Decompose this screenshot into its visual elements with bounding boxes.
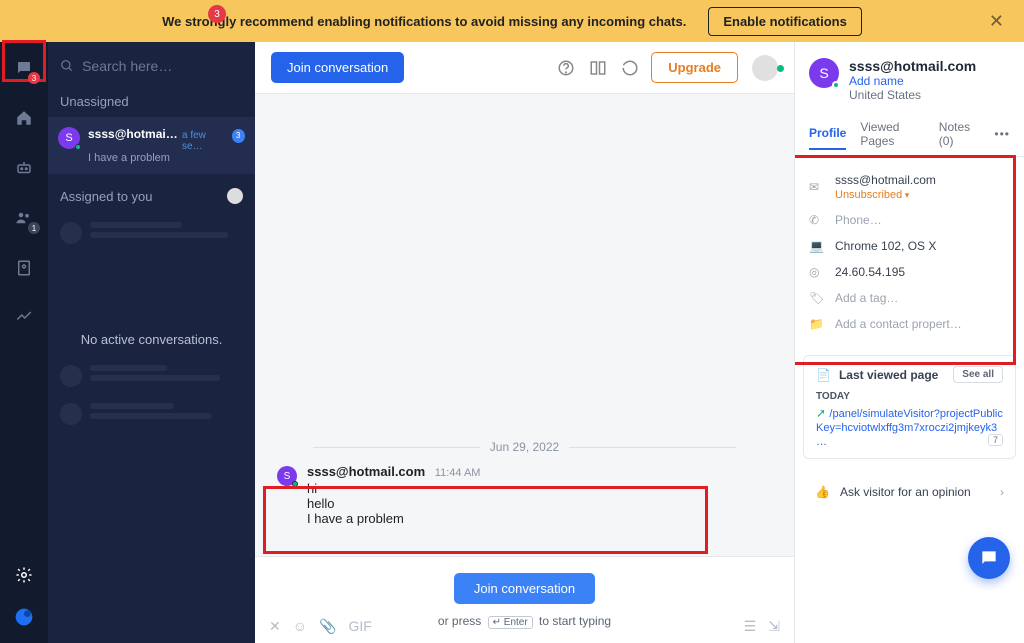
notif-message: We strongly recommend enabling notificat… (162, 14, 686, 29)
contact-panel: S ssss@hotmail.com Add name United State… (794, 42, 1024, 643)
today-label: TODAY (816, 391, 1003, 402)
join-button-bottom[interactable]: Join conversation (454, 573, 595, 604)
chat-topbar: Join conversation Upgrade (255, 42, 794, 94)
contact-tabs: Profile Viewed Pages Notes (0) ••• (795, 112, 1024, 157)
conversation-time: a few se… (182, 130, 228, 152)
notif-app-icon: 3 (200, 9, 224, 33)
section-assigned: Assigned to you (48, 174, 255, 214)
avatar: S (58, 127, 80, 149)
notification-bar: 3 We strongly recommend enabling notific… (0, 0, 1024, 42)
rail-home-icon[interactable] (12, 106, 36, 130)
section-unassigned: Unassigned (48, 86, 255, 117)
last-viewed-card: 📄 Last viewed page See all TODAY ➚ /panel/… (803, 355, 1016, 459)
user-avatar[interactable] (752, 55, 778, 81)
notif-count-badge: 3 (208, 5, 226, 23)
tool-icon[interactable]: ✕ (269, 618, 281, 635)
ghost-row (48, 395, 255, 433)
ghost-row (48, 357, 255, 395)
contact-initial: S (819, 65, 828, 81)
tab-notes[interactable]: Notes (0) (939, 112, 981, 156)
ask-opinion-row[interactable]: 👍 Ask visitor for an opinion › (803, 475, 1016, 509)
contact-header: S ssss@hotmail.com Add name United State… (795, 52, 1024, 112)
rail-chat-icon[interactable]: 3 (12, 56, 36, 80)
refresh-icon[interactable] (619, 57, 641, 79)
last-viewed-title: Last viewed page (839, 368, 938, 382)
ghost-row (48, 214, 255, 252)
tab-profile[interactable]: Profile (809, 118, 846, 150)
rail-team-icon[interactable]: 1 (12, 206, 36, 230)
conversation-unread-badge: 3 (232, 129, 245, 143)
message-avatar: S (277, 466, 297, 486)
status-dot (75, 144, 81, 150)
attach-icon[interactable]: 📎 (319, 618, 336, 635)
page-icon: 📄 (816, 368, 831, 382)
rail-analytics-icon[interactable] (12, 306, 36, 330)
tab-viewed-pages[interactable]: Viewed Pages (860, 112, 924, 156)
ask-label: Ask visitor for an opinion (840, 485, 971, 499)
viewed-count: 7 (988, 434, 1003, 446)
hint-pre: or press (438, 614, 481, 628)
conversations-sidebar: Unassigned S ssss@hotmail…. a few se… 3 … (48, 42, 255, 643)
arrow-icon: ➚ (816, 406, 826, 420)
nav-rail: 3 1 (0, 42, 48, 643)
message-author: ssss@hotmail.com (307, 464, 425, 479)
no-active-text: No active conversations. (48, 252, 255, 357)
join-button-top[interactable]: Join conversation (271, 52, 404, 83)
search-row[interactable] (48, 42, 255, 86)
rail-settings-icon[interactable] (12, 563, 36, 587)
profile-list: ✉ssss@hotmail.comUnsubscribed ✆Phone… 💻C… (795, 157, 1024, 347)
date-separator: Jun 29, 2022 (273, 440, 776, 454)
highlight-profile (794, 155, 1016, 365)
online-dot (777, 65, 784, 72)
layout-icon[interactable] (587, 57, 609, 79)
tool-icon[interactable]: ☰ (744, 618, 757, 635)
tool-icon[interactable]: ⇲ (768, 618, 780, 635)
rail-team-badge: 1 (28, 222, 40, 234)
rail-contacts-icon[interactable] (12, 256, 36, 280)
see-all-button[interactable]: See all (953, 366, 1003, 383)
search-input[interactable] (82, 58, 243, 74)
rail-bot-icon[interactable] (12, 156, 36, 180)
thumbs-icon: 👍 (815, 485, 830, 499)
close-icon[interactable]: ✕ (989, 11, 1004, 32)
input-tools-left: ✕ ☺ 📎 GIF (269, 618, 372, 635)
emoji-icon[interactable]: ☺ (293, 618, 307, 635)
chevron-right-icon: › (1000, 485, 1004, 499)
enable-notifications-button[interactable]: Enable notifications (708, 7, 862, 36)
assigned-avatar[interactable] (227, 188, 243, 204)
contact-location: United States (849, 88, 976, 102)
assigned-label: Assigned to you (60, 189, 153, 204)
hint-post: to start typing (539, 614, 611, 628)
gif-icon[interactable]: GIF (348, 618, 371, 635)
input-area: Join conversation or press ↵ Enter to st… (255, 556, 794, 643)
upgrade-button[interactable]: Upgrade (651, 52, 738, 83)
chat-fab[interactable] (968, 537, 1010, 579)
conversation-item[interactable]: S ssss@hotmail…. a few se… 3 I have a pr… (48, 117, 255, 174)
add-name-link[interactable]: Add name (849, 74, 976, 88)
message-time: 11:44 AM (435, 467, 481, 479)
highlight-message (263, 486, 708, 554)
conversation-name: ssss@hotmail…. (88, 127, 178, 141)
contact-name: ssss@hotmail.com (849, 58, 976, 74)
rail-chat-badge: 3 (28, 72, 40, 84)
contact-avatar: S (809, 58, 839, 88)
input-tools-right: ☰⇲ (744, 618, 780, 635)
search-icon (60, 58, 74, 74)
rail-logo-icon[interactable] (12, 605, 36, 629)
enter-key: ↵ Enter (488, 616, 533, 629)
viewed-page-link[interactable]: /panel/simulateVisitor?projectPublicKey=… (816, 408, 1003, 448)
status-dot (832, 81, 840, 89)
conversation-preview: I have a problem (88, 152, 245, 164)
chat-panel: Join conversation Upgrade Jun 29, 2022 S… (255, 42, 794, 643)
tab-more-icon[interactable]: ••• (994, 127, 1010, 141)
help-icon[interactable] (555, 57, 577, 79)
